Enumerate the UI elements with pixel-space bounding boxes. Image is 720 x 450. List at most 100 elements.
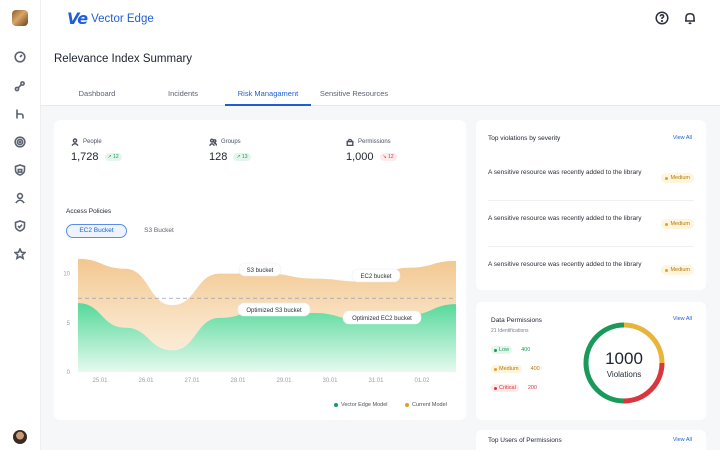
violation-row[interactable]: A sensitive resource was recently added …: [488, 213, 694, 229]
data-permissions-card: Data Permissions 21 Identifications View…: [476, 302, 706, 420]
severity-badge: Medium: [661, 173, 694, 183]
stat-people: People 1,728 ↗ 12: [71, 138, 122, 163]
top-bar: Ve Vector Edge: [41, 0, 720, 36]
stat-label-row: Groups: [209, 138, 251, 146]
trend-value: 12: [113, 154, 119, 160]
level-label: Critical: [499, 385, 516, 391]
stat-value: 1,000: [346, 151, 374, 163]
shield-lock-icon[interactable]: [11, 161, 29, 179]
severity-dot: [665, 176, 669, 180]
violation-text: A sensitive resource was recently added …: [488, 215, 642, 222]
severity-label: Medium: [670, 221, 690, 227]
permission-level-medium: Medium 400: [491, 365, 540, 373]
level-label: Low: [499, 347, 510, 353]
target-icon[interactable]: [11, 133, 29, 151]
violation-text: A sensitive resource was recently added …: [488, 261, 642, 268]
violation-row[interactable]: A sensitive resource was recently added …: [488, 259, 694, 275]
violation-text: A sensitive resource was recently added …: [488, 169, 642, 176]
level-chip: Critical: [491, 384, 519, 392]
severity-dot: [665, 222, 669, 226]
y-tick-label: 0: [67, 370, 71, 376]
stat-value-row: 128 ↗ 13: [209, 151, 251, 163]
level-dot: [494, 367, 497, 371]
legend-item: Current Model: [405, 402, 447, 408]
card-title: Top Users of Permissions: [488, 437, 562, 444]
user-icon[interactable]: [11, 189, 29, 207]
level-chip: Medium: [491, 365, 522, 373]
stat-value-row: 1,000 ↘ 12: [346, 151, 397, 163]
view-all-link[interactable]: View All: [673, 316, 692, 322]
severity-label: Medium: [670, 175, 690, 181]
stat-label-row: People: [71, 138, 122, 146]
dashboard-icon[interactable]: [11, 48, 29, 66]
permission-level-low: Low 400: [491, 346, 530, 354]
view-all-link[interactable]: View All: [673, 135, 692, 141]
user-avatar[interactable]: [13, 430, 27, 444]
access-policies-title: Access Policies: [66, 208, 112, 215]
shield-check-icon[interactable]: [11, 217, 29, 235]
user-icon: [71, 138, 79, 146]
x-tick-label: 30.01: [322, 378, 338, 384]
annotation-label: S3 bucket: [247, 268, 274, 274]
legend-dot: [334, 403, 338, 407]
help-icon[interactable]: [655, 11, 669, 25]
trend-badge: ↗ 12: [104, 153, 122, 161]
card-subtitle: 21 Identifications: [491, 328, 529, 334]
y-tick-label: 10: [63, 272, 70, 278]
stat-value: 128: [209, 151, 228, 163]
card-title: Top violations by severity: [488, 135, 561, 142]
segment-ec2-bucket[interactable]: EC2 Bucket: [66, 224, 127, 238]
x-tick-label: 31.01: [368, 378, 384, 384]
tab-dashboard[interactable]: Dashboard: [69, 84, 125, 106]
tab-incidents[interactable]: Incidents: [153, 84, 213, 106]
x-tick-label: 28.01: [230, 378, 246, 384]
violation-row[interactable]: A sensitive resource was recently added …: [488, 167, 694, 183]
severity-dot: [665, 268, 669, 272]
stat-value: 1,728: [71, 151, 99, 163]
annotation-label: EC2 bucket: [360, 274, 391, 280]
summary-card: People 1,728 ↗ 12 Groups 128 ↗ 13 Permis…: [54, 120, 466, 420]
view-all-link[interactable]: View All: [673, 437, 692, 443]
severity-badge: Medium: [661, 219, 694, 229]
divider: [488, 246, 694, 247]
connections-icon[interactable]: [11, 77, 29, 95]
trend-badge: ↗ 13: [233, 153, 251, 161]
segment-s3-bucket[interactable]: S3 Bucket: [134, 224, 184, 238]
permission-levels: Low 400 Medium 400 Critical 200: [491, 346, 571, 406]
donut-label: Violations: [607, 370, 642, 379]
annotation-label: Optimized EC2 bucket: [352, 316, 412, 322]
trend-value: 12: [388, 154, 394, 160]
branch-icon[interactable]: [11, 105, 29, 123]
x-tick-label: 26.01: [138, 378, 154, 384]
app-name: Vector Edge: [91, 12, 154, 25]
legend-item: Vector Edge Model: [334, 402, 387, 408]
level-count: 400: [530, 366, 540, 372]
tab-risk-management[interactable]: Risk Managament: [225, 84, 311, 106]
stat-label-row: Permissions: [346, 138, 397, 146]
page-header: Relevance Index Summary Dashboard Incide…: [41, 36, 720, 106]
legend-label: Current Model: [412, 402, 447, 408]
stat-value-row: 1,728 ↗ 12: [71, 151, 122, 163]
workspace-avatar[interactable]: [12, 10, 28, 26]
x-tick-label: 29.01: [276, 378, 292, 384]
brand-logo[interactable]: Ve Vector Edge: [67, 9, 154, 28]
level-label: Medium: [499, 366, 519, 372]
severity-badge: Medium: [661, 265, 694, 275]
divider: [488, 200, 694, 201]
level-dot: [494, 348, 497, 352]
tab-sensitive-resources[interactable]: Sensitive Resources: [317, 84, 391, 106]
star-icon[interactable]: [11, 245, 29, 263]
stat-label: People: [83, 139, 102, 145]
bell-icon[interactable]: [683, 11, 697, 25]
x-tick-label: 25.01: [92, 378, 108, 384]
severity-label: Medium: [670, 267, 690, 273]
y-tick-label: 5: [67, 321, 71, 327]
top-violations-card: Top violations by severity View All A se…: [476, 120, 706, 290]
stat-groups: Groups 128 ↗ 13: [209, 138, 251, 163]
card-title: Data Permissions: [491, 317, 542, 324]
permission-level-critical: Critical 200: [491, 384, 537, 392]
stat-label: Permissions: [358, 139, 391, 145]
violations-donut: 1000 Violations: [583, 322, 665, 404]
level-count: 200: [527, 385, 537, 391]
logo-mark: Ve: [67, 9, 88, 28]
